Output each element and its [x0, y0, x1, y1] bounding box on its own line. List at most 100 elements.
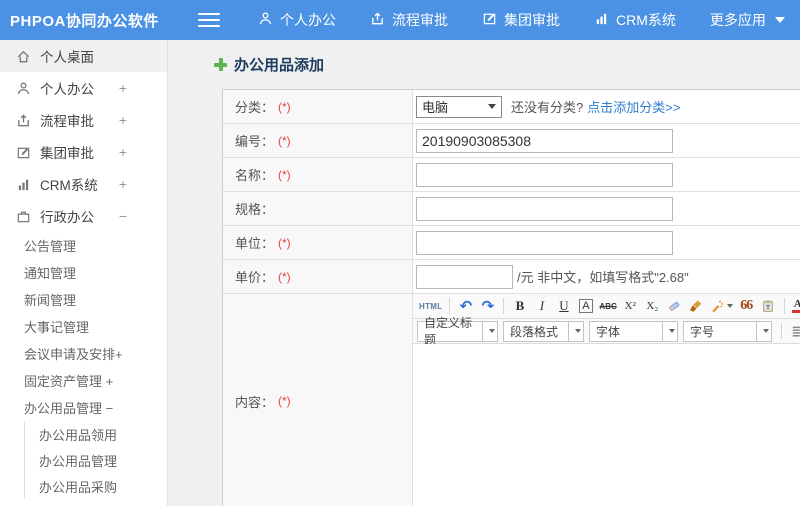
custom-heading-dropdown[interactable]: 自定义标题	[417, 316, 498, 347]
sidebar-item-personal-desktop[interactable]: 个人桌面	[0, 40, 167, 72]
topbar: PHPOA协同办公软件 个人办公 流程审批 集团审批 CRM系统 更多应用	[0, 0, 800, 40]
form-row-unit: 单位： (*)	[223, 226, 800, 260]
nav-label: 流程审批	[392, 12, 448, 28]
html-source-button[interactable]: HTML	[417, 296, 444, 316]
expand-icon[interactable]: +	[119, 112, 127, 128]
add-icon	[214, 58, 227, 71]
superscript-button[interactable]: X²	[620, 296, 641, 316]
sidebar: 个人桌面 个人办公 + 流程审批 + 集团审批 + CRM系统 + 行政办公 −	[0, 40, 168, 506]
nav-group-approval[interactable]: 集团审批	[482, 10, 560, 30]
sidebar-item-supplies-claim[interactable]: 办公用品领用	[25, 421, 167, 447]
nav-label: 集团审批	[504, 12, 560, 28]
nav-workflow-approval[interactable]: 流程审批	[370, 10, 448, 30]
sidebar-item-label: 流程审批	[40, 114, 94, 129]
strikethrough-button[interactable]: ABC	[597, 296, 618, 316]
sidebar-item-personal-office[interactable]: 个人办公 +	[0, 72, 167, 104]
editor-content-area[interactable]	[413, 344, 800, 506]
home-icon	[17, 50, 30, 62]
main-content: 办公用品添加 分类： (*) 电脑 还没有分类? 点击添加分类>> 编号： (*)	[168, 40, 800, 506]
font-color-button[interactable]: A	[790, 296, 800, 316]
sidebar-item-memorabilia-mgmt[interactable]: 大事记管理	[0, 313, 167, 340]
blockquote-button[interactable]: 66	[736, 296, 757, 316]
sidebar-item-admin-office[interactable]: 行政办公 −	[0, 200, 167, 232]
caret-down-icon	[488, 329, 495, 333]
nav-crm-system[interactable]: CRM系统	[594, 10, 676, 30]
unit-label: 单位：	[235, 236, 275, 251]
autotypeset-icon[interactable]	[708, 296, 735, 316]
top-navigation: 个人办公 流程审批 集团审批 CRM系统 更多应用	[258, 10, 785, 30]
sidebar-item-label: 个人桌面	[40, 50, 94, 65]
workflow-icon	[18, 114, 29, 126]
sidebar-item-workflow-approval[interactable]: 流程审批 +	[0, 104, 167, 136]
font-size-dropdown[interactable]: 字号	[683, 320, 772, 342]
no-category-hint: 还没有分类?	[511, 100, 584, 115]
underline-button[interactable]: U	[553, 296, 574, 316]
bar-chart-icon	[594, 11, 609, 29]
code-input[interactable]	[416, 128, 673, 153]
align-left-icon[interactable]	[787, 321, 800, 341]
required-mark: (*)	[278, 235, 291, 250]
workflow-icon	[370, 11, 385, 29]
price-input[interactable]	[416, 264, 513, 289]
bar-chart-icon	[18, 179, 29, 190]
menu-toggle-icon[interactable]	[198, 9, 220, 31]
nav-more-apps[interactable]: 更多应用	[710, 10, 785, 30]
spec-input[interactable]	[416, 196, 673, 221]
admin-office-submenu: 公告管理 通知管理 新闻管理 大事记管理 会议申请及安排+ 固定资产管理 + 办…	[0, 232, 167, 499]
required-mark: (*)	[278, 269, 291, 284]
spec-label: 规格：	[235, 202, 275, 217]
form-row-code: 编号： (*)	[223, 124, 800, 158]
sidebar-item-fixed-assets-mgmt[interactable]: 固定资产管理 +	[0, 367, 167, 394]
content-label: 内容：	[235, 394, 275, 410]
sidebar-item-crm-system[interactable]: CRM系统 +	[0, 168, 167, 200]
paste-text-icon[interactable]: T	[758, 296, 779, 316]
edit-icon	[482, 11, 497, 29]
supplies-form: 分类： (*) 电脑 还没有分类? 点击添加分类>> 编号： (*) 20190…	[222, 89, 800, 506]
rich-text-editor: HTML ↶ ↷ B I U A ABC X² X₂ 66 T A 自定义标题 …	[413, 294, 800, 506]
category-select[interactable]: 电脑	[416, 95, 502, 118]
form-row-category: 分类： (*) 电脑 还没有分类? 点击添加分类>>	[223, 90, 800, 124]
nav-label: CRM系统	[616, 12, 676, 28]
expand-icon[interactable]: +	[119, 144, 127, 160]
format-brush-icon[interactable]	[686, 296, 707, 316]
category-label: 分类：	[235, 100, 275, 115]
subscript-button[interactable]: X₂	[642, 296, 663, 316]
caret-down-icon	[574, 329, 581, 333]
eraser-icon[interactable]	[664, 296, 685, 316]
sidebar-item-office-supplies-mgmt[interactable]: 办公用品管理 −	[0, 394, 167, 421]
collapse-icon[interactable]: −	[119, 208, 127, 224]
italic-button[interactable]: I	[531, 296, 552, 316]
unit-input[interactable]	[416, 230, 673, 255]
redo-button[interactable]: ↷	[477, 296, 498, 316]
sidebar-item-notice-mgmt[interactable]: 通知管理	[0, 259, 167, 286]
nav-label: 更多应用	[709, 12, 766, 28]
svg-text:T: T	[766, 305, 770, 312]
form-row-content: 内容： (*) HTML ↶ ↷ B I U A ABC X² X₂ 66 T …	[223, 294, 800, 506]
font-family-dropdown[interactable]: 字体	[589, 320, 678, 342]
edit-icon	[17, 147, 30, 158]
price-label: 单价：	[235, 270, 275, 285]
expand-icon[interactable]: +	[119, 80, 127, 96]
nav-personal-office[interactable]: 个人办公	[258, 10, 336, 30]
sidebar-item-label: 个人办公	[40, 82, 94, 97]
sidebar-item-meeting-request[interactable]: 会议申请及安排+	[0, 340, 167, 367]
name-input[interactable]	[416, 162, 673, 187]
caret-down-icon	[774, 17, 785, 23]
sidebar-item-label: 集团审批	[40, 146, 94, 161]
paragraph-format-dropdown[interactable]: 段落格式	[503, 320, 584, 342]
office-supplies-submenu: 办公用品领用 办公用品管理 办公用品采购	[24, 421, 167, 499]
sidebar-item-group-approval[interactable]: 集团审批 +	[0, 136, 167, 168]
sidebar-item-supplies-purchase[interactable]: 办公用品采购	[25, 473, 167, 499]
page-title-text: 办公用品添加	[234, 57, 325, 74]
add-category-link[interactable]: 点击添加分类>>	[587, 97, 680, 116]
form-row-price: 单价： (*) /元 非中文，如填写格式"2.68"	[223, 260, 800, 294]
expand-icon[interactable]: +	[119, 176, 127, 192]
caret-down-icon	[668, 329, 675, 333]
sidebar-item-announcement-mgmt[interactable]: 公告管理	[0, 232, 167, 259]
sidebar-item-supplies-manage[interactable]: 办公用品管理	[25, 447, 167, 473]
sidebar-item-news-mgmt[interactable]: 新闻管理	[0, 286, 167, 313]
font-border-button[interactable]: A	[575, 296, 596, 316]
bold-button[interactable]: B	[509, 296, 530, 316]
undo-button[interactable]: ↶	[455, 296, 476, 316]
required-mark: (*)	[278, 99, 291, 114]
